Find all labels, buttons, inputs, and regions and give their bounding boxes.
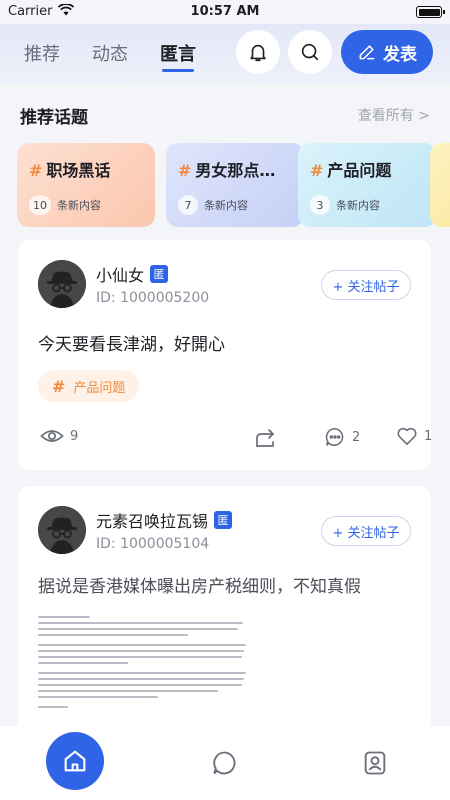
hash-icon: #	[52, 376, 66, 396]
doc-text-line	[38, 696, 158, 698]
hash-icon: #	[310, 161, 324, 180]
doc-text-line	[38, 672, 246, 674]
avatar[interactable]	[38, 260, 86, 308]
search-icon	[301, 43, 319, 61]
anonymous-badge: 匿	[214, 511, 233, 529]
likes-count: 1	[424, 428, 433, 444]
topic-meta: 3 条新内容	[310, 195, 424, 215]
topic-card[interactable]: # 男女那点… 7 条新内容	[166, 143, 304, 227]
search-button[interactable]	[288, 30, 332, 74]
post-card[interactable]: 元素召唤拉瓦锡 匿 ID: 1000005104 + 关注帖子 据说是香港媒体曝…	[18, 486, 431, 746]
topic-title: # 职场黑话	[29, 157, 143, 181]
hash-icon: #	[178, 161, 192, 180]
bell-icon	[250, 44, 266, 62]
doc-text-line	[38, 628, 238, 630]
post-image-document[interactable]	[38, 612, 248, 732]
publish-button[interactable]: 发表	[341, 30, 433, 74]
clock: 10:57 AM	[190, 4, 260, 19]
post-topic-tag[interactable]: # 产品问题	[38, 370, 140, 402]
user-name: 元素召唤拉瓦锡	[96, 512, 209, 531]
share-icon	[256, 429, 274, 447]
anonymous-badge: 匿	[150, 265, 169, 283]
topic-count-label: 条新内容	[57, 199, 101, 212]
doc-text-line	[38, 662, 128, 664]
doc-text-line	[38, 684, 242, 686]
topic-count: 7	[178, 195, 198, 215]
nav-messages[interactable]	[195, 726, 255, 800]
user-id: ID: 1000005104	[96, 536, 210, 552]
publish-label: 发表	[383, 44, 417, 65]
post-card[interactable]: 小仙女 匿 ID: 1000005200 + 关注帖子 今天要看長津湖，好開心 …	[18, 240, 432, 470]
topic-card[interactable]: # 职场黑话 10 条新内容	[17, 143, 155, 227]
views-stat: 9	[40, 426, 78, 446]
topic-carousel[interactable]: # 职场黑话 10 条新内容 # 男女那点… 7 条新内容 # 产品问题 3 条新内容	[17, 143, 450, 227]
user-name-row: 小仙女 匿	[96, 262, 169, 286]
topic-meta: 7 条新内容	[178, 195, 292, 215]
tab-feed[interactable]: 动态	[92, 40, 128, 66]
comments-count: 2	[352, 429, 361, 445]
doc-text-line	[38, 656, 242, 658]
topic-card[interactable]: # 产品问题 3 条新内容	[298, 143, 436, 227]
nav-home[interactable]	[45, 726, 105, 800]
top-header: 推荐 动态 匿言 发表	[0, 24, 450, 84]
share-button[interactable]	[254, 426, 278, 448]
topic-card-partial[interactable]	[430, 143, 450, 227]
doc-text-line	[38, 644, 246, 646]
incognito-avatar-icon	[38, 506, 86, 554]
post-text[interactable]: 今天要看長津湖，好開心	[38, 330, 225, 355]
user-id: ID: 1000005200	[96, 290, 210, 306]
doc-text-line	[38, 634, 188, 636]
topic-count: 10	[29, 195, 51, 215]
section-title: 推荐话题	[20, 108, 88, 128]
notifications-button[interactable]	[236, 30, 280, 74]
tab-recommend[interactable]: 推荐	[24, 40, 60, 66]
like-button[interactable]: 1	[396, 426, 432, 446]
see-all-link[interactable]: 查看所有 >	[358, 105, 430, 125]
post-actions: 9 2 1	[38, 426, 432, 450]
doc-text-line	[38, 678, 244, 680]
hash-icon: #	[29, 161, 43, 180]
comment-button[interactable]: 2	[324, 426, 360, 448]
status-bar: Carrier 10:57 AM	[0, 0, 450, 24]
topic-title: # 产品问题	[310, 157, 424, 181]
nav-profile[interactable]	[345, 726, 405, 800]
views-count: 9	[70, 428, 79, 444]
post-text[interactable]: 据说是香港媒体曝出房产税细则，不知真假	[38, 572, 361, 597]
topic-name: 职场黑话	[46, 161, 111, 180]
eye-icon	[40, 430, 64, 442]
topic-meta: 10 条新内容	[29, 195, 143, 215]
top-tabs: 推荐 动态 匿言	[24, 40, 196, 72]
comment-icon	[325, 427, 344, 446]
topic-count-label: 条新内容	[204, 199, 248, 212]
heart-icon	[397, 427, 417, 445]
bottom-nav	[0, 726, 450, 800]
post-topic-label: 产品问题	[73, 380, 126, 396]
follow-post-button[interactable]: + 关注帖子	[321, 516, 411, 546]
edit-icon	[359, 45, 375, 60]
follow-post-button[interactable]: + 关注帖子	[321, 270, 411, 300]
profile-icon	[364, 751, 386, 775]
doc-text-line	[38, 622, 243, 624]
doc-text-line	[38, 616, 90, 618]
topic-name: 男女那点…	[195, 161, 276, 180]
home-icon	[64, 750, 86, 772]
topic-count-label: 条新内容	[336, 199, 380, 212]
avatar[interactable]	[38, 506, 86, 554]
home-button[interactable]	[46, 732, 104, 790]
doc-text-line	[38, 706, 68, 708]
topic-title: # 男女那点…	[178, 157, 292, 181]
user-name-row: 元素召唤拉瓦锡 匿	[96, 508, 233, 532]
doc-text-line	[38, 650, 244, 652]
doc-text-line	[38, 690, 218, 692]
battery-icon	[416, 6, 445, 18]
incognito-avatar-icon	[38, 260, 86, 308]
topic-name: 产品问题	[327, 161, 392, 180]
chat-icon	[213, 751, 236, 775]
tab-anonymous[interactable]: 匿言	[160, 40, 196, 72]
user-name: 小仙女	[96, 266, 145, 285]
topic-count: 3	[310, 195, 330, 215]
